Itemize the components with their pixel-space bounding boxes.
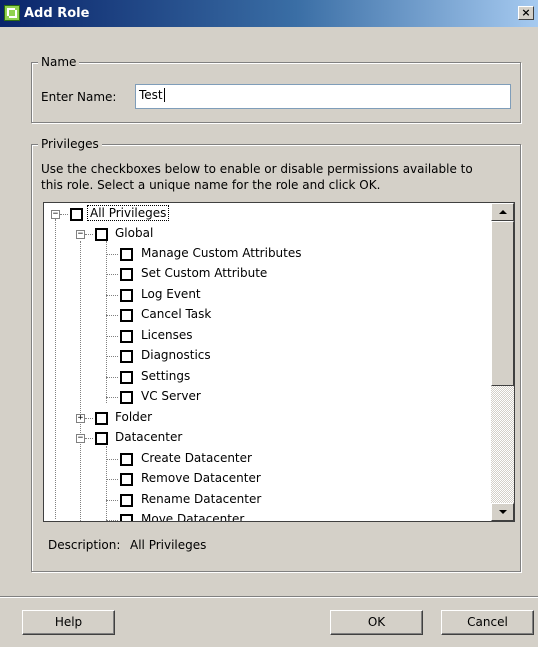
arrow-up-icon <box>499 210 507 214</box>
checkbox[interactable] <box>95 432 108 445</box>
tree-item-label: Folder <box>115 410 153 424</box>
tree-item-label: Datacenter <box>115 430 183 444</box>
tree-item-label: Remove Datacenter <box>141 471 261 485</box>
tree-item-label: Move Datacenter <box>141 512 245 522</box>
scroll-up-button[interactable] <box>491 203 514 221</box>
tree-item-label: Log Event <box>141 287 201 301</box>
instructions-line-2: this role. Select a unique name for the … <box>41 178 381 192</box>
tree-item-label: Rename Datacenter <box>141 492 262 506</box>
checkbox[interactable] <box>120 330 133 343</box>
description-value: All Privileges <box>130 538 207 552</box>
instructions-line-1: Use the checkboxes below to enable or di… <box>41 162 473 176</box>
name-input-value: Test <box>139 88 163 102</box>
tree-item-label: Create Datacenter <box>141 451 252 465</box>
tree-item-label: Cancel Task <box>141 307 212 321</box>
name-input[interactable]: Test <box>135 84 511 109</box>
collapse-icon[interactable]: − <box>51 210 60 219</box>
tree-item-label: Set Custom Attribute <box>141 266 268 280</box>
arrow-down-icon <box>499 510 507 514</box>
tree-guide-root <box>55 219 56 519</box>
checkbox[interactable] <box>120 309 133 322</box>
checkbox[interactable] <box>120 453 133 466</box>
checkbox[interactable] <box>120 494 133 507</box>
cancel-button[interactable]: Cancel <box>441 610 534 635</box>
checkbox[interactable] <box>120 248 133 261</box>
checkbox[interactable] <box>120 514 133 521</box>
window-title: Add Role <box>24 6 90 21</box>
ok-button[interactable]: OK <box>330 610 423 635</box>
checkbox[interactable] <box>120 371 133 384</box>
help-button[interactable]: Help <box>22 610 115 635</box>
scroll-thumb[interactable] <box>491 221 514 386</box>
checkbox[interactable] <box>120 473 133 486</box>
tree-guide-global-children <box>106 241 107 403</box>
tree-guide-global <box>80 241 81 521</box>
app-icon <box>4 5 20 21</box>
checkbox[interactable] <box>95 412 108 425</box>
checkbox[interactable] <box>70 208 83 221</box>
privileges-tree[interactable]: − All Privileges − Global Manage Custom … <box>43 202 515 522</box>
name-field-label: Enter Name: <box>41 90 117 104</box>
checkbox[interactable] <box>95 228 108 241</box>
checkbox[interactable] <box>120 289 133 302</box>
checkbox[interactable] <box>120 350 133 363</box>
name-group-legend: Name <box>38 55 80 69</box>
title-bar: Add Role × <box>0 0 538 27</box>
checkbox[interactable] <box>120 391 133 404</box>
collapse-icon[interactable]: − <box>76 434 85 443</box>
scroll-down-button[interactable] <box>491 503 514 521</box>
tree-item-label: All Privileges <box>87 205 170 221</box>
expand-icon[interactable]: + <box>76 414 85 423</box>
tree-item-label: Manage Custom Attributes <box>141 246 302 260</box>
tree-item-label: Licenses <box>141 328 193 342</box>
tree-item-label: Global <box>115 226 154 240</box>
tree-item-label: VC Server <box>141 389 201 403</box>
tree-item-label: Settings <box>141 369 191 383</box>
bottom-separator <box>0 596 538 598</box>
close-button[interactable]: × <box>518 6 534 20</box>
privileges-group-legend: Privileges <box>38 137 102 151</box>
description-label: Description: <box>48 538 121 552</box>
tree-scrollbar[interactable] <box>491 203 514 521</box>
tree-item-label: Diagnostics <box>141 348 211 362</box>
collapse-icon[interactable]: − <box>76 230 85 239</box>
checkbox[interactable] <box>120 268 133 281</box>
tree-guide-datacenter-children <box>106 446 107 521</box>
